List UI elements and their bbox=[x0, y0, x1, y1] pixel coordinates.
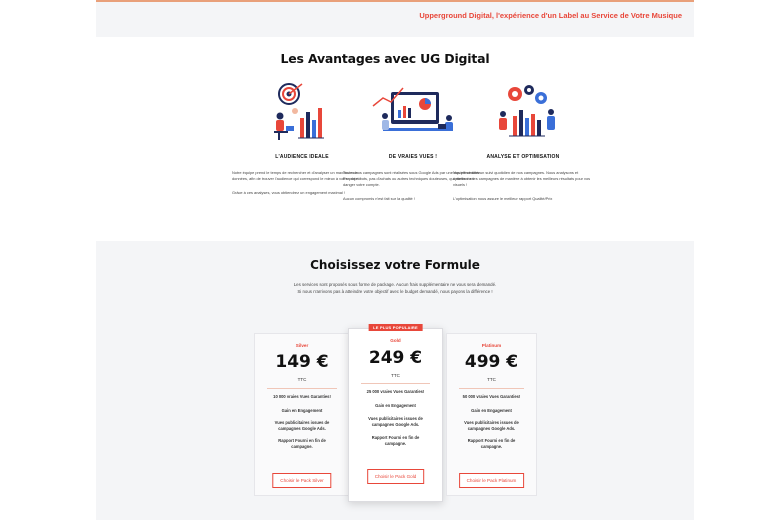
plan-tier: Gold bbox=[390, 338, 401, 343]
feature-text: L'optimisation nous assure le meilleur r… bbox=[453, 196, 553, 201]
pricing-title: Choisissez votre Formule bbox=[310, 258, 480, 272]
plan-feature: Rapport Fourni en fin de campagne. bbox=[371, 435, 420, 446]
feature-text: Nos effectuons un suivi quotidien de nos… bbox=[453, 170, 591, 187]
top-accent-bar bbox=[96, 0, 694, 2]
audience-illustration bbox=[252, 80, 352, 146]
plan-tax-label: TTC bbox=[391, 373, 400, 378]
plan-tax-label: TTC bbox=[487, 377, 496, 382]
plan-feature: 10 000 vraies Vues Garanties! bbox=[273, 394, 331, 399]
plan-feature: Gain en Engagement bbox=[471, 408, 512, 413]
plan-feature: Vues publicitaires issues de campagnes G… bbox=[274, 420, 330, 431]
plan-tier: Silver bbox=[295, 343, 309, 348]
top-banner: Upperground Digital, l'expérience d'un L… bbox=[96, 0, 694, 37]
plan-card-silver: Silver 149 € TTC 10 000 vraies Vues Gara… bbox=[254, 333, 350, 496]
feature-analysis-optimisation: ANALYSE ET OPTIMISATION Nos effectuons u… bbox=[453, 80, 593, 202]
plan-tier: Platinum bbox=[481, 343, 502, 348]
advantages-title: Les Avantages avec UG Digital bbox=[280, 51, 490, 66]
plan-divider bbox=[267, 388, 337, 389]
plan-feature: 25 000 vraies Vues Garanties! bbox=[366, 389, 425, 394]
top-tagline: Upperground Digital, l'expérience d'un L… bbox=[419, 11, 682, 20]
real-views-illustration bbox=[363, 80, 463, 146]
pricing-subtitle-line: Les services sont proposés sous forme de… bbox=[293, 282, 497, 287]
plan-card-platinum: Platinum 499 € TTC 50 000 vraies Vues Ga… bbox=[446, 333, 537, 496]
plan-divider bbox=[361, 383, 430, 384]
pricing-subtitle-line: Si nous n'arrivons pas à atteindre votre… bbox=[297, 289, 493, 294]
plan-price: 149 € bbox=[275, 352, 329, 372]
plan-feature: Rapport Fourni en fin de campagne. bbox=[467, 438, 516, 449]
plan-feature: Rapport Fourni en fin de campagne. bbox=[278, 438, 326, 449]
pricing-subtitle: Les services sont proposés sous forme de… bbox=[96, 281, 694, 295]
popular-badge: LE PLUS POPULAIRE bbox=[368, 324, 423, 331]
plan-feature: Vues publicitaires issues de campagnes G… bbox=[368, 416, 423, 427]
plan-tax-label: TTC bbox=[297, 377, 307, 382]
analysis-illustration bbox=[473, 80, 573, 146]
plan-card-gold: LE PLUS POPULAIRE Gold 249 € TTC 25 000 … bbox=[348, 324, 443, 502]
plan-feature: 50 000 vraies Vues Garanties! bbox=[462, 394, 521, 399]
pricing-section: Choisissez votre Formule Les services so… bbox=[96, 241, 694, 520]
plan-price: 249 € bbox=[368, 348, 423, 368]
choose-silver-button[interactable]: Choisir le Pack Silver bbox=[272, 473, 332, 488]
choose-gold-button[interactable]: Choisir le Pack Gold bbox=[366, 469, 425, 484]
plan-feature: Gain en Engagement bbox=[375, 403, 416, 408]
plan-feature: Vues publicitaires issues de campagnes G… bbox=[464, 420, 519, 431]
plan-divider bbox=[459, 388, 524, 389]
choose-platinum-button[interactable]: Choisir le Pack Platinum bbox=[458, 473, 525, 488]
plan-feature: Gain en Engagement bbox=[281, 408, 323, 413]
plan-price: 499 € bbox=[464, 352, 519, 372]
feature-heading: ANALYSE ET OPTIMISATION bbox=[486, 154, 560, 160]
